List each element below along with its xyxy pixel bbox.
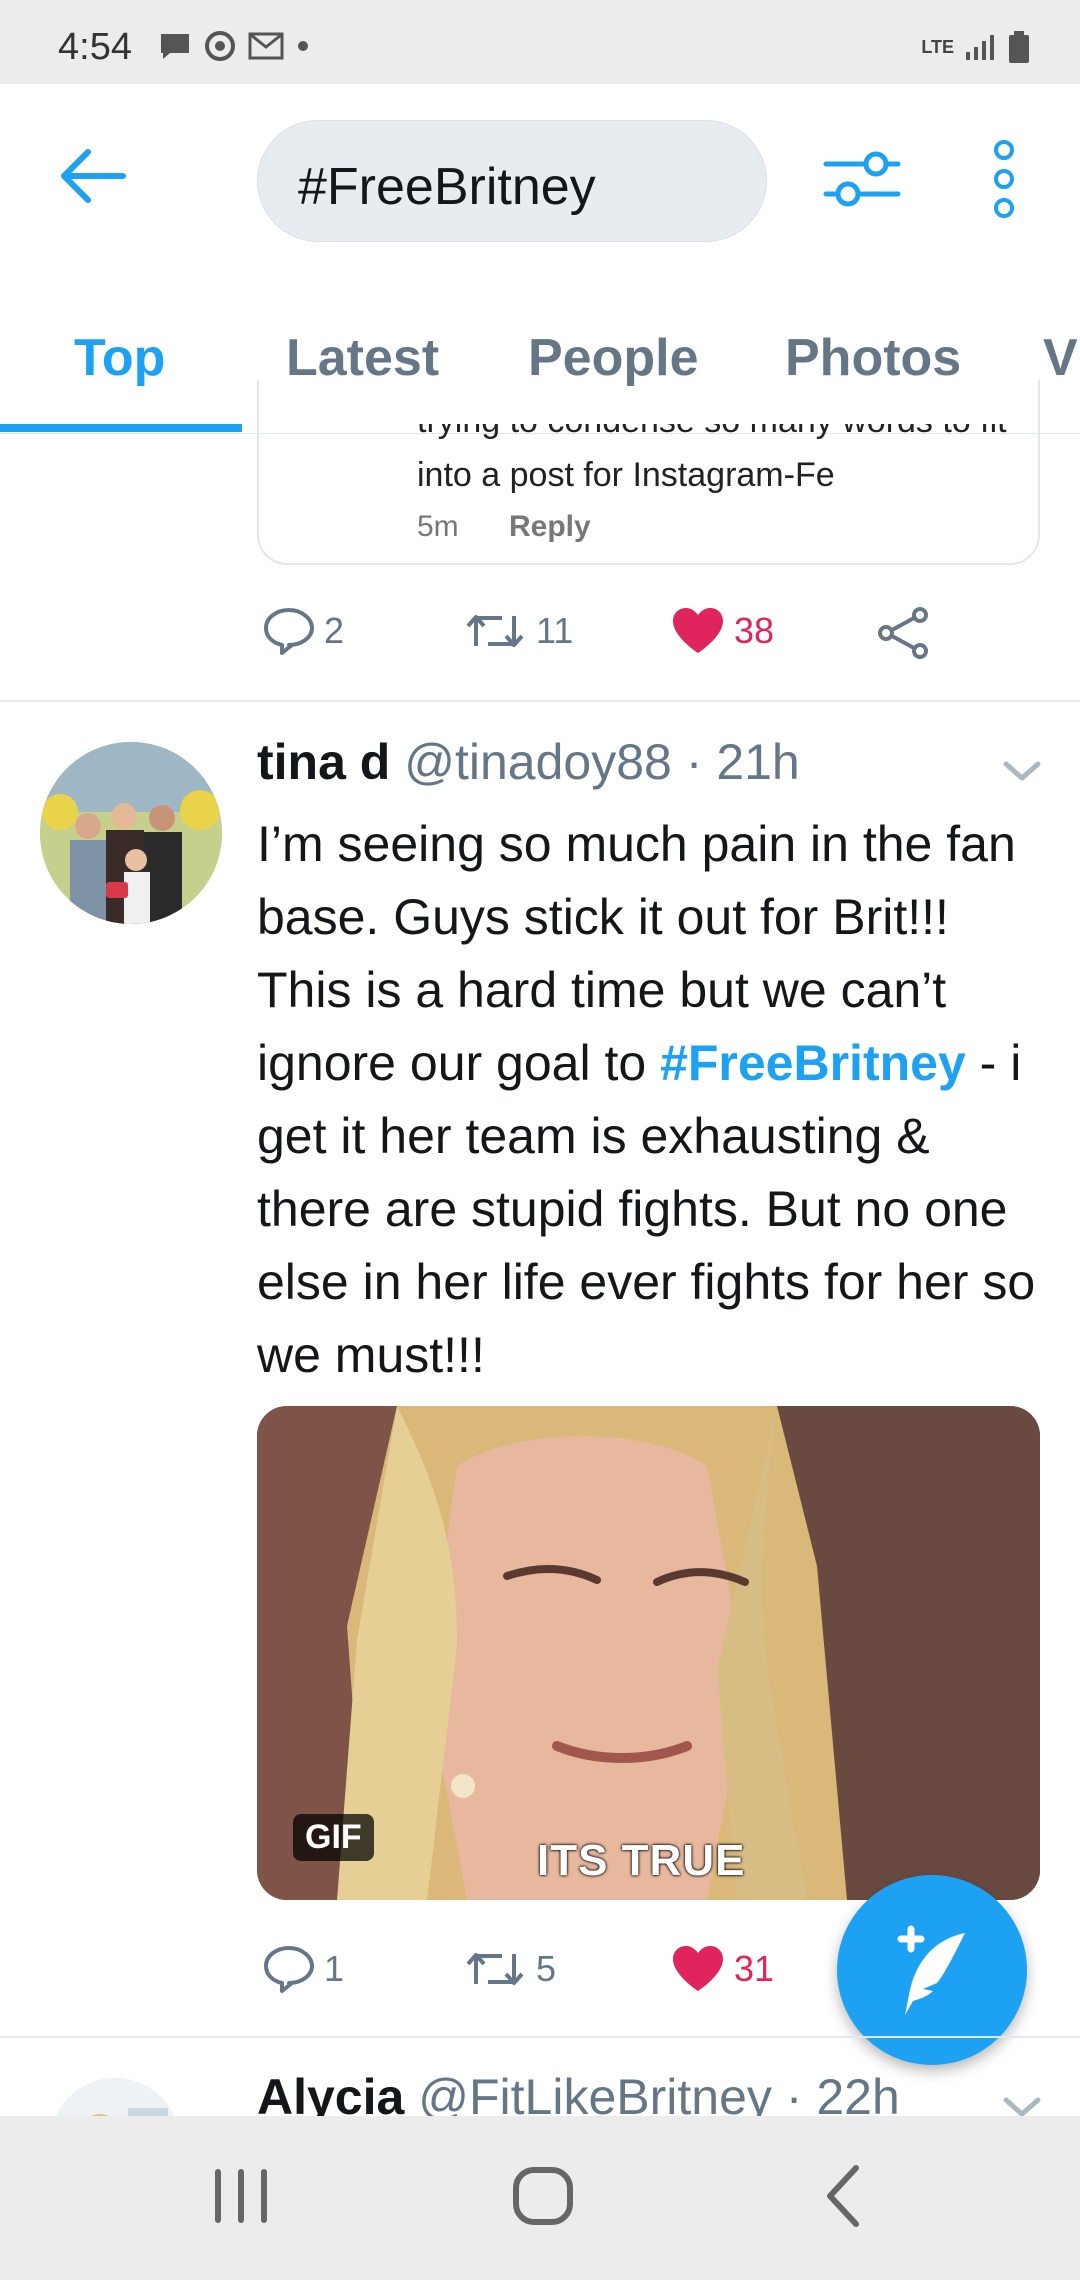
retweet-icon	[466, 615, 524, 647]
search-input[interactable]: #FreeBritney	[257, 120, 767, 242]
reply-icon	[264, 1946, 314, 1993]
hashtag-link[interactable]: #FreeBritney	[660, 1035, 966, 1091]
dot-icon	[298, 41, 308, 51]
overflow-menu-button[interactable]	[984, 138, 1024, 220]
like-action[interactable]: 31	[670, 1944, 774, 1994]
author-name[interactable]: tina d	[257, 734, 390, 790]
tweet-time: 21h	[716, 734, 800, 790]
reply-count: 2	[324, 610, 345, 651]
active-tab-indicator	[0, 424, 242, 432]
like-action[interactable]: 38	[670, 606, 774, 656]
status-time: 4:54	[58, 26, 132, 68]
network-type: LTE	[921, 37, 954, 57]
home-icon	[513, 2167, 573, 2225]
retweet-count: 5	[536, 1948, 557, 1989]
more-vertical-icon	[994, 140, 1014, 218]
gmail-icon	[248, 32, 284, 60]
tweet-header: tina d @tinadoy88 · 21h	[257, 733, 800, 791]
search-filter-button[interactable]	[822, 144, 902, 214]
tab-people[interactable]: People	[528, 328, 699, 388]
quoted-time: 5m	[417, 510, 459, 543]
tweet-text: I’m seeing so much pain in the fan base.…	[257, 808, 1047, 1392]
retweet-action[interactable]: 11	[462, 606, 573, 656]
reply-action[interactable]: 1	[262, 1944, 344, 1994]
quoted-reply-link[interactable]: Reply	[509, 510, 591, 544]
status-right-icons: LTE	[921, 30, 1030, 64]
time-separator: ·	[685, 734, 703, 790]
heart-filled-icon	[673, 608, 723, 653]
tweet-gif[interactable]: GIF ITS TRUE	[257, 1406, 1040, 1900]
gif-badge: GIF	[293, 1814, 374, 1861]
recent-apps-icon	[215, 2169, 267, 2223]
status-bar: 4:54 LTE	[0, 0, 1080, 84]
notification-icons	[158, 30, 310, 62]
quoted-partial-line-clip: trying to condense so many words to fit	[417, 424, 1080, 456]
author-handle[interactable]: @tinadoy88	[404, 734, 672, 790]
reply-count: 1	[324, 1948, 345, 1989]
tab-photos[interactable]: Photos	[785, 328, 961, 388]
home-button[interactable]	[498, 2156, 588, 2236]
back-nav-button[interactable]	[800, 2156, 890, 2236]
chrome-icon	[205, 31, 235, 61]
battery-icon	[1009, 31, 1029, 63]
avatar[interactable]	[40, 742, 222, 924]
tab-top[interactable]: Top	[74, 328, 165, 388]
retweet-icon	[466, 1953, 524, 1985]
tweet-menu-button[interactable]	[1000, 756, 1044, 786]
share-action[interactable]	[876, 606, 932, 660]
chevron-down-icon	[1003, 761, 1041, 781]
signal-icon	[966, 35, 994, 60]
tweet-divider	[0, 700, 1080, 702]
gif-frame	[257, 1406, 1040, 1900]
back-button[interactable]	[58, 146, 128, 206]
like-count: 38	[734, 610, 775, 651]
system-navigation-bar	[0, 2116, 1080, 2280]
search-query: #FreeBritney	[298, 158, 596, 216]
heart-filled-icon	[673, 1946, 723, 1991]
recent-apps-button[interactable]	[196, 2156, 286, 2236]
quoted-partial-line: trying to condense so many words to fit	[417, 424, 1080, 441]
quoted-text: into a post for Instagram-Fe	[417, 456, 835, 494]
share-icon	[878, 607, 928, 659]
like-count: 31	[734, 1948, 775, 1989]
retweet-action[interactable]: 5	[462, 1944, 556, 1994]
tab-videos[interactable]: V	[1043, 328, 1078, 388]
retweet-count: 11	[536, 610, 574, 651]
back-chevron-icon	[827, 2165, 859, 2227]
back-arrow-icon	[61, 149, 126, 203]
tab-latest[interactable]: Latest	[286, 328, 439, 388]
search-header: #FreeBritney	[0, 84, 1080, 314]
avatar-photo	[40, 742, 222, 924]
tweet-divider	[0, 2036, 1080, 2038]
reply-icon	[264, 608, 314, 655]
message-icon	[161, 34, 189, 59]
gif-caption: ITS TRUE	[537, 1836, 746, 1885]
filter-sliders-icon	[823, 151, 901, 207]
reply-action[interactable]: 2	[262, 606, 344, 656]
